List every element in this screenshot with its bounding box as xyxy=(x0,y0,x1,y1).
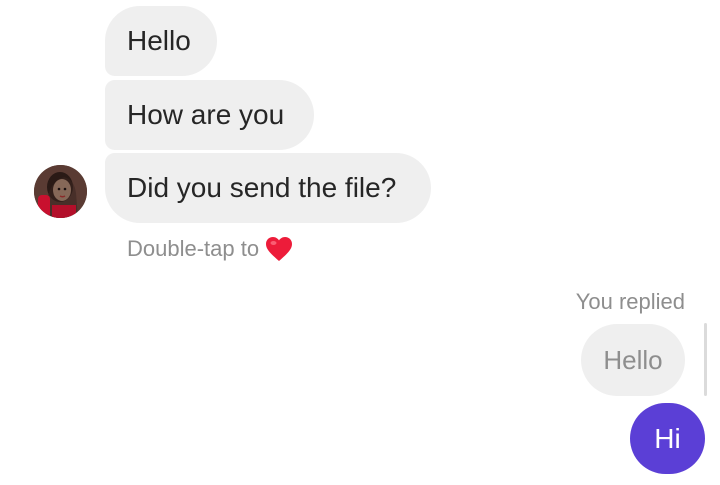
you-replied-label: You replied xyxy=(575,289,685,314)
double-tap-hint-text: Double-tap to xyxy=(127,236,260,261)
outgoing-message-bubble[interactable]: Hi xyxy=(630,403,705,474)
message-text: How are you xyxy=(127,99,285,130)
incoming-message-bubble[interactable]: How are you xyxy=(105,80,314,150)
avatar-image xyxy=(34,165,87,218)
message-text: Did you send the file? xyxy=(127,172,397,203)
incoming-message-bubble[interactable]: Did you send the file? xyxy=(105,153,431,223)
reply-quote-bar xyxy=(704,323,707,396)
message-text: Hello xyxy=(127,25,191,56)
quoted-message-bubble[interactable]: Hello xyxy=(581,324,685,396)
chat-thread: Hello How are you Did you send the file?… xyxy=(0,0,720,485)
sender-avatar[interactable] xyxy=(34,165,87,218)
incoming-message-bubble[interactable]: Hello xyxy=(105,6,217,76)
heart-icon[interactable] xyxy=(265,236,293,262)
message-text: Hi xyxy=(654,422,681,454)
quoted-message-text: Hello xyxy=(603,344,663,375)
double-tap-hint: Double-tap to xyxy=(127,234,293,264)
